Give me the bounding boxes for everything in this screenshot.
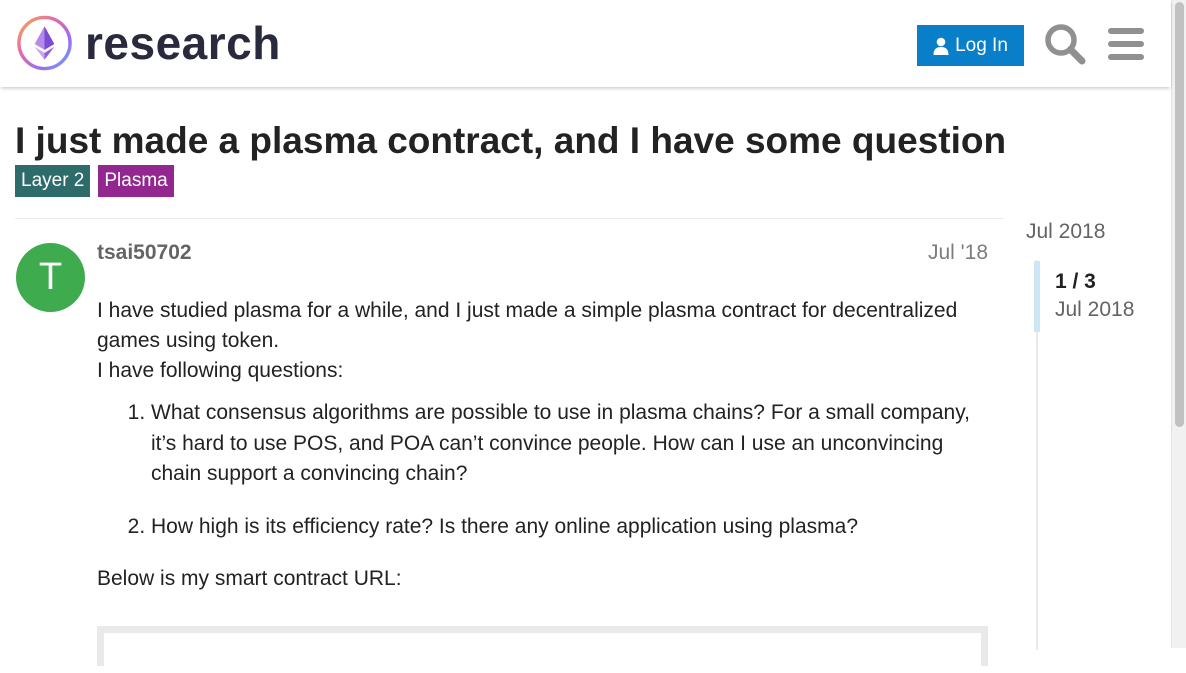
topic-tags: Layer 2 Plasma — [15, 165, 174, 197]
post-body: I have studied plasma for a while, and I… — [97, 296, 997, 594]
post-username[interactable]: tsai50702 — [97, 240, 192, 266]
list-item: What consensus algorithms are possible t… — [151, 398, 997, 490]
scrollbar-thumb[interactable] — [1175, 2, 1184, 427]
ethereum-logo-icon — [17, 15, 72, 71]
menu-icon — [1108, 28, 1144, 60]
onebox-inner — [104, 633, 981, 673]
post-questions-lead: I have following questions: — [97, 359, 344, 382]
user-icon — [933, 37, 949, 55]
post-date[interactable]: Jul '18 — [926, 240, 988, 266]
page-scrollbar[interactable] — [1171, 0, 1186, 648]
topic-title[interactable]: I just made a plasma contract, and I hav… — [15, 118, 1006, 164]
site-header: research Log In — [0, 0, 1171, 87]
logo-text: research — [85, 17, 281, 69]
timeline-scroller-handle[interactable] — [1034, 261, 1040, 332]
list-item: How high is its efficiency rate? Is ther… — [151, 512, 997, 543]
timeline-position: 1 / 3 — [1055, 270, 1096, 293]
login-label: Log In — [955, 34, 1008, 56]
post-intro: I have studied plasma for a while, and I… — [97, 299, 958, 352]
avatar[interactable]: T — [16, 243, 85, 312]
timeline-current-date: Jul 2018 — [1055, 298, 1135, 321]
timeline-start-date[interactable]: Jul 2018 — [1026, 220, 1105, 244]
search-icon — [1045, 24, 1086, 65]
tag-plasma[interactable]: Plasma — [98, 165, 174, 197]
site-logo[interactable]: research — [16, 14, 281, 72]
questions-list: What consensus algorithms are possible t… — [97, 398, 997, 542]
hamburger-menu-button[interactable] — [1104, 22, 1148, 66]
search-button[interactable] — [1043, 22, 1087, 66]
post-url-lead: Below is my smart contract URL: — [97, 567, 402, 590]
onebox-preview[interactable] — [97, 626, 988, 673]
login-button[interactable]: Log In — [917, 25, 1024, 66]
divider — [15, 218, 1004, 219]
tag-layer-2[interactable]: Layer 2 — [15, 165, 91, 197]
